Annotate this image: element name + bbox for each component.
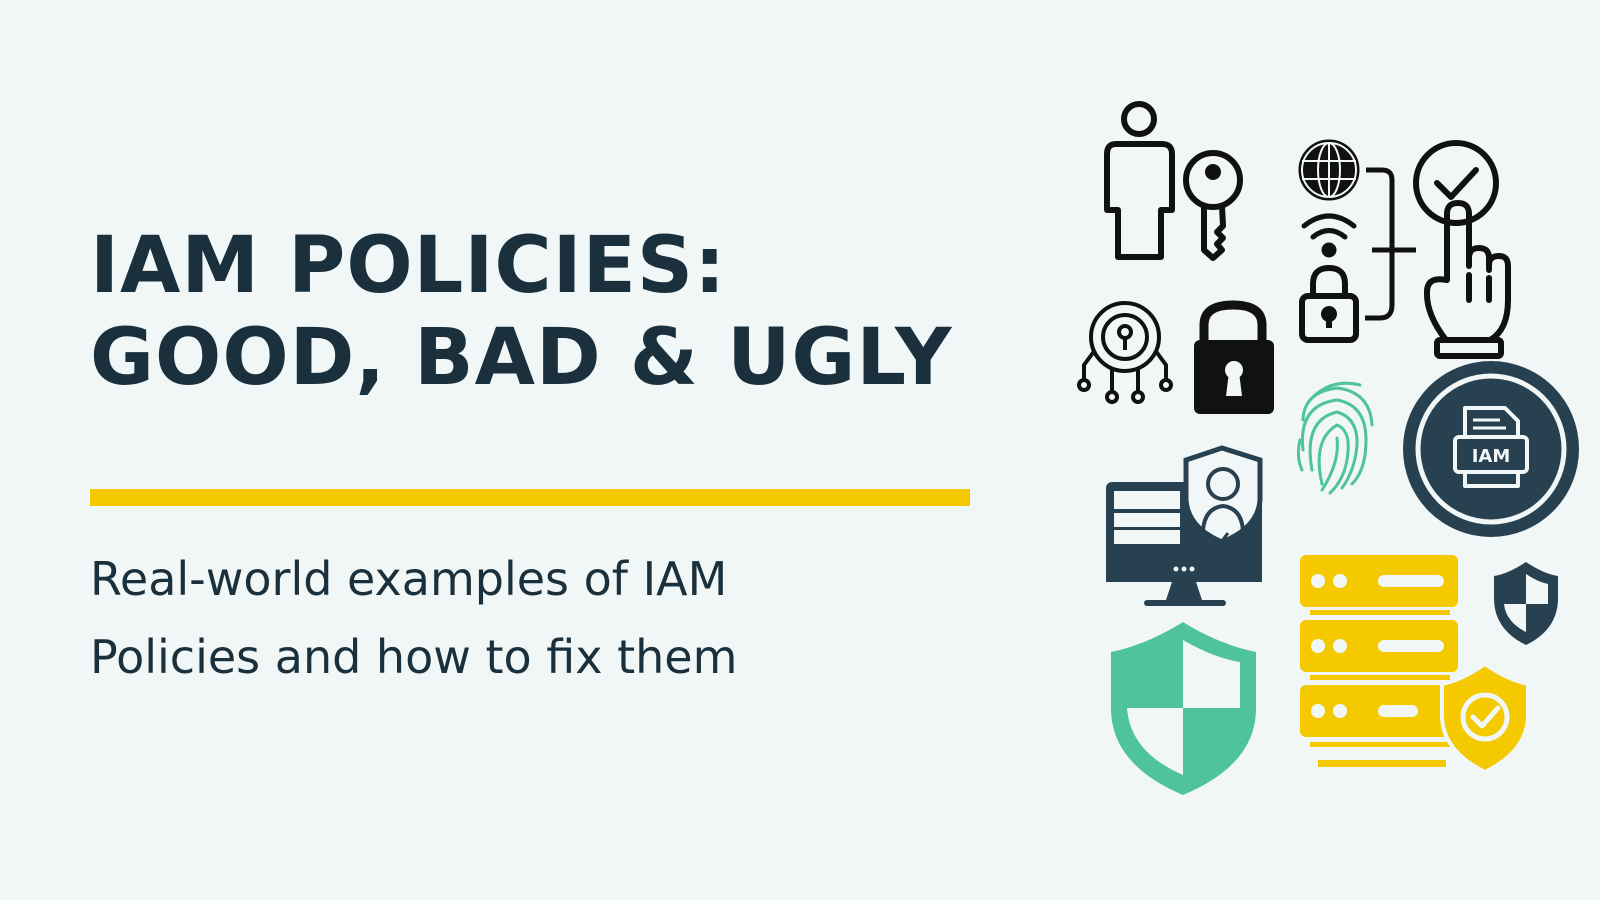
keyhole-chip-icon xyxy=(1077,301,1173,404)
title-line-1: IAM POLICIES: xyxy=(90,221,727,311)
key-icon xyxy=(1183,150,1243,261)
iam-badge-text: IAM xyxy=(1472,446,1511,467)
hero-title: IAM POLICIES: GOOD, BAD & UGLY xyxy=(90,220,1090,404)
user-icon xyxy=(1104,101,1175,260)
fingerprint-icon xyxy=(1296,381,1374,495)
subtitle-line-1: Real-world examples of IAM xyxy=(90,552,728,606)
iam-document-badge-icon: IAM xyxy=(1403,361,1579,537)
title-line-2: GOOD, BAD & UGLY xyxy=(90,313,953,403)
pointing-hand-icon xyxy=(1423,200,1511,359)
subtitle: Real-world examples of IAM Policies and … xyxy=(90,540,910,696)
wifi-icon xyxy=(1301,213,1357,258)
server-rack-icon xyxy=(1300,555,1458,767)
check-circle-icon xyxy=(1413,140,1499,226)
subtitle-line-2: Policies and how to fix them xyxy=(90,630,738,684)
monitor-admin-icon xyxy=(1106,445,1263,606)
connector-lines xyxy=(1365,167,1416,321)
black-lock-icon xyxy=(1194,300,1274,414)
security-illustration: IAM xyxy=(1077,101,1579,795)
padlock-icon xyxy=(1299,265,1359,343)
title-underline xyxy=(90,489,970,506)
small-shield-icon xyxy=(1494,562,1558,645)
shield-icon xyxy=(1111,622,1256,795)
shield-check-icon xyxy=(1440,661,1530,775)
globe-icon xyxy=(1298,139,1360,201)
